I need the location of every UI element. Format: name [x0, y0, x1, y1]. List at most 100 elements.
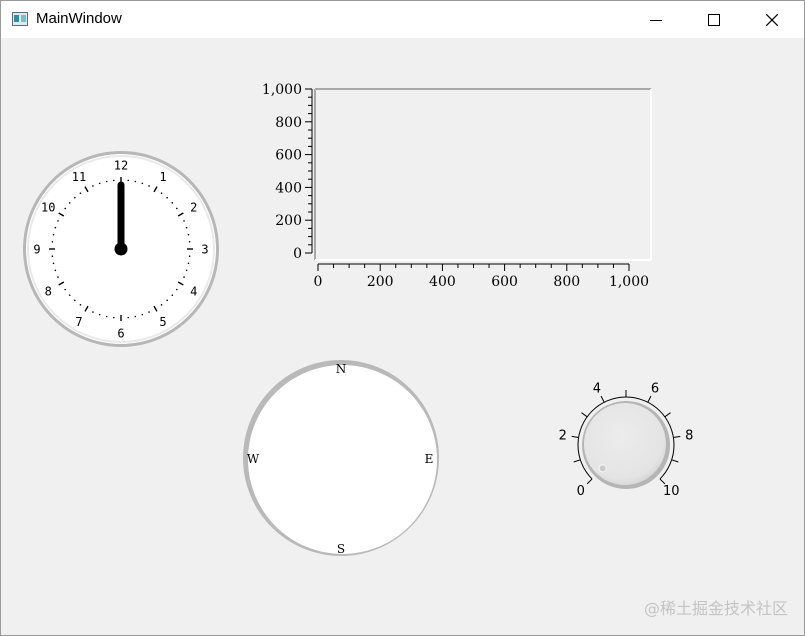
clock-center-cap	[114, 242, 128, 256]
knob-scale-tick	[573, 459, 581, 463]
clock-minute-tick	[141, 313, 144, 316]
knob-scale-tick	[581, 412, 588, 418]
compass-south-label: S	[337, 542, 345, 556]
knob-dial: 0 2 4 6 8 10	[559, 381, 694, 499]
compass-east-label: E	[425, 452, 434, 466]
title-bar[interactable]: MainWindow	[1, 1, 804, 38]
knob-scale-label: 2	[559, 428, 567, 443]
clock-minute-tick	[166, 299, 168, 302]
clock-number: 11	[72, 170, 86, 184]
clock-minute-tick	[52, 262, 55, 265]
clock-minute-tick	[160, 304, 163, 306]
clock-minute-tick	[171, 294, 174, 296]
clock-number: 1	[159, 170, 166, 184]
clock-minute-tick	[98, 182, 101, 185]
clock-minute-tick	[185, 269, 188, 272]
maximize-button[interactable]	[685, 1, 743, 38]
x-tick-label: 1,000	[609, 274, 649, 290]
y-tick-label: 0	[293, 246, 302, 262]
clock-minute-tick	[176, 288, 178, 291]
clock-minute-tick	[183, 220, 185, 222]
main-window: MainWindow 12 1 2 3 4 5 6 7 8 9 10 11 0 200 400 600 800…	[0, 0, 805, 636]
knob-scale-tick	[673, 435, 681, 438]
knob-value-marker	[598, 464, 607, 473]
knob-scale-tick	[586, 478, 593, 485]
plot-area	[315, 89, 651, 260]
clock-minute-tick	[52, 233, 55, 236]
clock-number: 10	[41, 201, 55, 215]
compass-face: N E S W	[243, 360, 439, 556]
clock-number: 6	[117, 327, 124, 341]
knob-scale-tick	[671, 459, 679, 463]
clock-minute-tick	[188, 255, 191, 258]
clock-minute-tick	[187, 262, 190, 265]
knob-scale-label: 0	[577, 484, 585, 499]
clock-number: 3	[201, 243, 208, 257]
compass-west-label: W	[247, 452, 260, 466]
clock-minute-tick	[74, 299, 76, 302]
clock-minute-tick	[51, 240, 54, 243]
knob-scale-tick	[647, 395, 652, 403]
clock-minute-tick	[64, 207, 66, 210]
clock-minute-tick	[112, 179, 115, 182]
clock-number: 5	[159, 315, 166, 329]
clock-minute-tick	[141, 182, 144, 185]
x-tick-label: 400	[429, 274, 456, 290]
clock-number: 2	[190, 201, 197, 215]
minimize-icon	[650, 19, 662, 21]
x-tick-label: 200	[367, 274, 394, 290]
clock-number: 12	[114, 159, 128, 173]
clock-minute-tick	[148, 185, 150, 187]
maximize-icon	[708, 13, 720, 26]
x-tick-label: 600	[491, 274, 518, 290]
clock-minute-tick	[148, 311, 150, 313]
knob-scale-tick	[664, 412, 671, 418]
analog-clock[interactable]: 12 1 2 3 4 5 6 7 8 9 10 11	[21, 149, 221, 349]
clock-minute-tick	[127, 179, 130, 182]
clock-minute-tick	[64, 288, 66, 291]
clock-minute-tick	[176, 207, 178, 210]
knob-scale-label: 10	[663, 484, 680, 499]
clock-minute-tick	[74, 196, 76, 199]
clock-face: 121234567891011	[23, 151, 219, 347]
watermark-text: @稀土掘金技术社区	[643, 599, 788, 618]
y-tick-label: 800	[275, 115, 302, 131]
clock-minute-tick	[166, 196, 168, 199]
clock-minute-tick	[68, 294, 71, 296]
x-tick-label: 800	[553, 274, 580, 290]
clock-minute-tick	[134, 180, 137, 183]
plot-canvas: 0 200 400 600 800 1,000 0 200 400 600 800 1,000	[262, 82, 652, 290]
clock-minute-tick	[160, 192, 163, 194]
clock-minute-tick	[92, 185, 94, 187]
clock-minute-tick	[79, 304, 82, 306]
clock-minute-tick	[134, 315, 137, 318]
clock-minute-tick	[57, 276, 59, 278]
minimize-button[interactable]	[627, 1, 685, 38]
knob-scale-label: 8	[685, 428, 693, 443]
clock-minute-tick	[105, 180, 108, 183]
y-tick-label: 600	[275, 148, 302, 164]
clock-number: 4	[190, 285, 197, 299]
clock-minute-tick	[105, 315, 108, 318]
clock-minute-tick	[54, 226, 57, 229]
close-button[interactable]	[743, 1, 801, 38]
clock-number: 7	[75, 315, 82, 329]
clock-number: 9	[33, 243, 40, 257]
close-icon	[766, 13, 778, 26]
compass-widget[interactable]: N E S W	[241, 358, 441, 558]
y-tick-label: 400	[275, 180, 302, 196]
knob-scale-label: 6	[651, 381, 659, 396]
clock-minute-tick	[187, 233, 190, 236]
plot-widget[interactable]: 0 200 400 600 800 1,000 0 200 400 600 800 1,000	[246, 82, 666, 298]
knob-scale-tick	[600, 395, 605, 403]
window-content: 12 1 2 3 4 5 6 7 8 9 10 11 0 200 400 600 800 1,000 0 200 40…	[1, 38, 804, 635]
clock-minute-tick	[79, 192, 82, 194]
clock-minute-tick	[68, 202, 71, 204]
clock-minute-tick	[188, 240, 191, 243]
clock-minute-tick	[171, 202, 174, 204]
clock-minute-tick	[183, 276, 185, 278]
knob-widget[interactable]: 0 2 4 6 8 10	[551, 373, 701, 503]
clock-minute-tick	[54, 269, 57, 272]
clock-number: 8	[45, 285, 52, 299]
knob-scale-label: 4	[593, 381, 601, 396]
